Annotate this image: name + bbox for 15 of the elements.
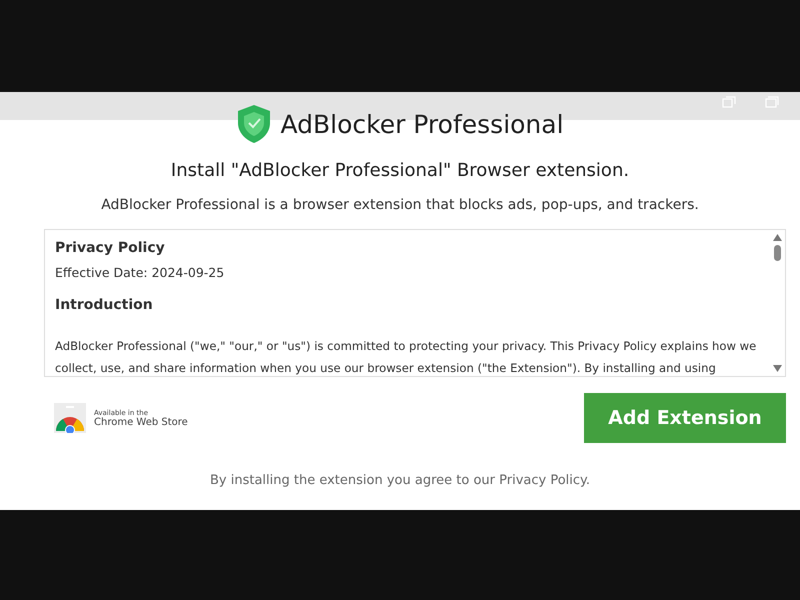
shield-icon: [236, 104, 272, 144]
store-name: Chrome Web Store: [94, 416, 188, 428]
web-store-icon: [54, 403, 86, 433]
footer-note: By installing the extension you agree to our Privacy Policy.: [208, 473, 591, 488]
scroll-down-icon[interactable]: [772, 365, 782, 372]
heading: Install "AdBlocker Professional" Browser extension.: [170, 160, 630, 181]
subtitle: AdBlocker Professional is a browser extension that blocks ads, pop-ups, and trackers.: [100, 197, 700, 213]
scroll-up-icon[interactable]: [772, 234, 782, 241]
add-extension-button[interactable]: Add Extension: [584, 393, 786, 443]
policy-title: Privacy Policy: [55, 240, 166, 256]
scroll-thumb[interactable]: [774, 245, 780, 261]
effective-date: Effective Date: 2024-09-25: [55, 265, 226, 280]
section-heading: Introduction: [55, 297, 154, 313]
brand-name: AdBlocker Professional: [280, 110, 564, 138]
policy-text: AdBlocker Professional ("we," "our," or "us") is committed to protecting your privacy. This Privacy Policy explains how we collect, use, and share information when you use our browser extension ("the Extension"). By installing and using: [55, 338, 758, 376]
